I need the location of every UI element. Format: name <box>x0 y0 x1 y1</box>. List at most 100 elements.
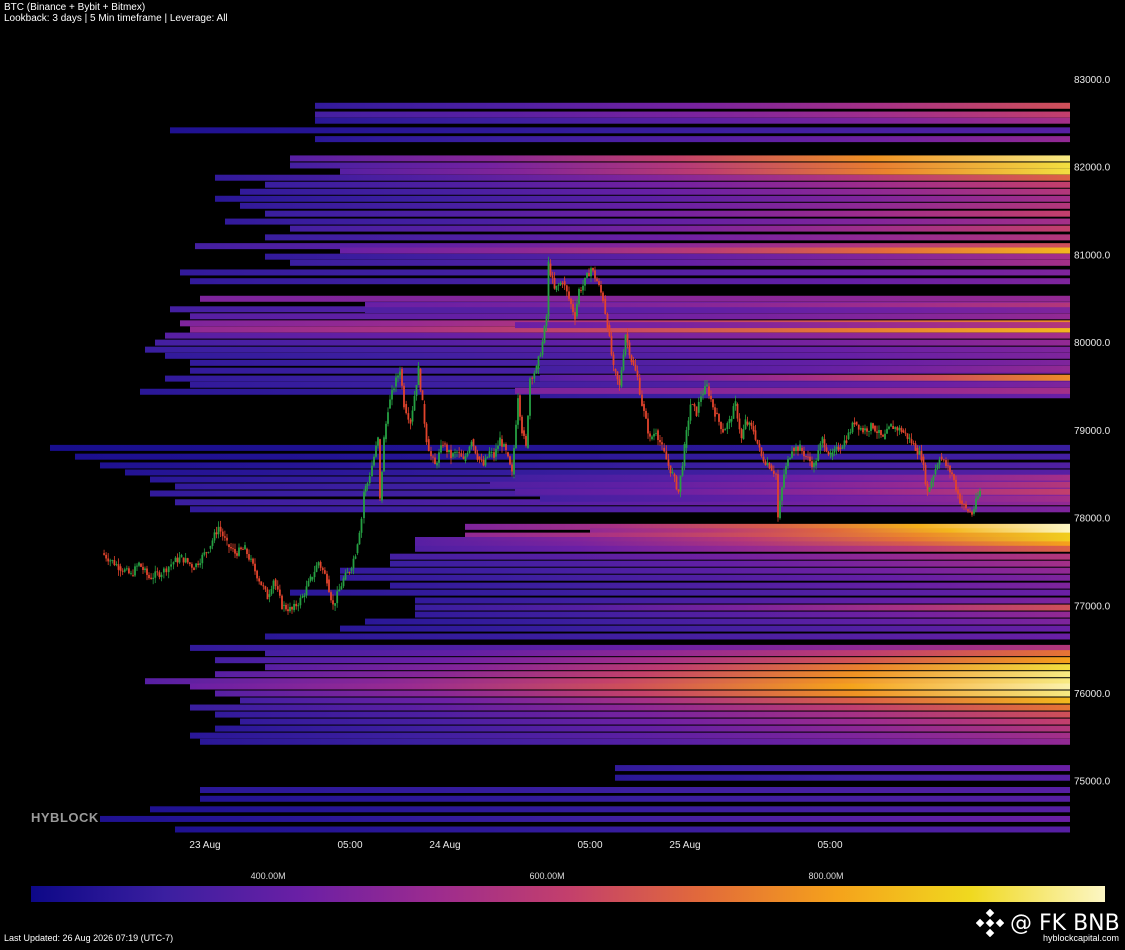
candle-body <box>730 418 733 422</box>
candle-body <box>570 298 572 305</box>
candle-body <box>936 464 939 470</box>
liquidation-band <box>265 633 1070 640</box>
liquidation-band <box>390 553 1070 560</box>
candle-body <box>230 547 232 549</box>
candle-body <box>223 536 226 538</box>
candle-body <box>480 459 483 461</box>
candle-body <box>626 333 629 343</box>
candle-body <box>716 412 718 414</box>
liquidation-band <box>190 313 1070 320</box>
candle-body <box>803 450 805 457</box>
candle-body <box>596 278 598 282</box>
candle-body <box>878 430 880 433</box>
candle-body <box>207 552 210 553</box>
candle-body <box>115 564 118 566</box>
candle-body <box>813 463 815 468</box>
candle-body <box>977 496 979 499</box>
candle-body <box>975 498 977 510</box>
candle-body <box>866 428 868 432</box>
candle-body <box>594 270 596 279</box>
candle-body <box>313 571 316 578</box>
candle-body <box>287 609 289 612</box>
candle-body <box>252 558 254 564</box>
liquidation-band <box>215 657 1070 664</box>
candle-body <box>598 281 600 285</box>
candle-body <box>675 476 678 490</box>
candle-body <box>303 595 306 598</box>
candle-body <box>695 406 698 416</box>
candle-body <box>758 443 761 448</box>
liquidation-band <box>415 604 1070 611</box>
candle-body <box>973 509 975 514</box>
liquidation-band <box>290 225 1070 232</box>
candle-body <box>446 444 448 453</box>
candle-body <box>195 563 197 568</box>
liquidation-band <box>190 644 1070 651</box>
candle-body <box>484 457 487 466</box>
liquidation-band <box>100 462 1070 469</box>
candle-body <box>132 575 134 576</box>
candle-body <box>870 423 872 432</box>
candle-body <box>722 429 724 433</box>
candle-body <box>862 428 864 433</box>
candle-body <box>872 423 874 429</box>
liquidation-heatmap-chart[interactable]: 75000.0 76000.0 77000.0 78000.0 79000.0 80000… <box>0 0 1125 950</box>
candle-body <box>246 548 248 555</box>
candle-body <box>211 540 214 546</box>
candle-body <box>815 460 818 466</box>
liquidation-band <box>200 738 1070 745</box>
liquidation-band <box>515 488 1070 495</box>
candle-body <box>309 576 312 581</box>
candle-body <box>105 554 108 559</box>
candle-body <box>191 564 193 568</box>
candle-body <box>821 437 824 444</box>
binance-diamond-icon <box>976 909 1004 937</box>
x-tick-label: 05:00 <box>337 840 362 851</box>
candle-body <box>616 371 619 380</box>
candle-body <box>537 356 540 369</box>
candle-body <box>700 396 702 402</box>
candle-body <box>683 444 686 467</box>
candle-body <box>807 456 809 458</box>
candle-body <box>527 415 529 448</box>
candle-body <box>123 569 126 572</box>
candle-body <box>702 394 704 396</box>
candle-body <box>942 459 945 461</box>
candle-body <box>389 399 391 409</box>
candle-body <box>799 444 801 451</box>
candle-body <box>693 404 696 407</box>
candle-body <box>890 423 892 427</box>
liquidation-band <box>290 162 1070 169</box>
candle-body <box>488 451 491 457</box>
liquidation-band <box>190 704 1070 711</box>
candle-body <box>959 493 961 504</box>
candle-body <box>918 450 921 455</box>
candle-body <box>436 462 438 466</box>
candle-body <box>276 586 279 590</box>
liquidation-band <box>180 269 1070 276</box>
candle-body <box>612 354 615 366</box>
candle-body <box>158 572 161 578</box>
candle-body <box>837 446 840 451</box>
candle-body <box>649 433 651 437</box>
candle-body <box>632 360 635 365</box>
candle-body <box>186 558 189 563</box>
candle-body <box>610 336 613 355</box>
liquidation-band <box>165 352 1070 359</box>
liquidation-band <box>155 339 1070 346</box>
candle-body <box>932 476 935 482</box>
candle-body <box>795 446 797 451</box>
liquidation-band <box>340 625 1070 632</box>
candle-body <box>385 423 387 440</box>
candle-body <box>466 452 469 456</box>
candle-body <box>608 325 611 337</box>
candle-body <box>138 562 140 566</box>
candle-body <box>940 456 943 460</box>
candle-body <box>708 386 710 396</box>
candle-body <box>242 549 244 550</box>
liquidation-band <box>165 332 1070 339</box>
candle-body <box>833 448 836 453</box>
candle-body <box>706 384 708 387</box>
candle-body <box>454 452 456 454</box>
candle-body <box>531 377 534 379</box>
